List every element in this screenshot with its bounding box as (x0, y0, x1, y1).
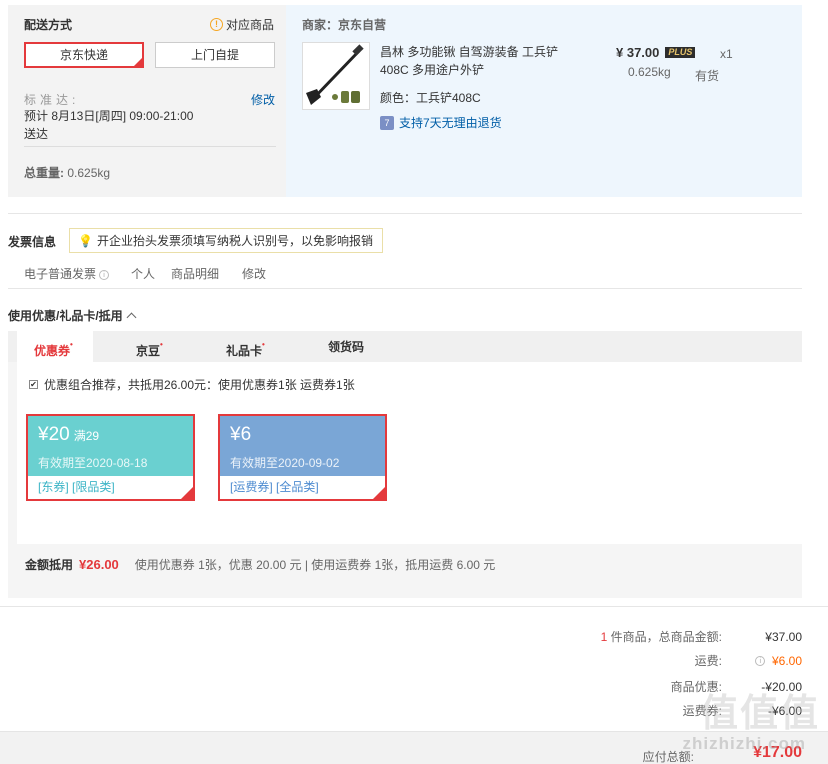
shipping-title: 配送方式 (24, 18, 73, 32)
invoice-type: 电子普通发票 i (24, 265, 110, 282)
estimated-delivery: 预计 8月13日[周四] 09:00-21:00 送达 (24, 109, 194, 141)
shipping-modify-link[interactable]: 修改 (251, 91, 275, 108)
shipping-option-pickup[interactable]: 上门自提 (155, 42, 275, 68)
coupon-tags: [东券] [限品类] (28, 476, 193, 499)
product-quantity: x1 (720, 47, 733, 61)
coupon-section-toggle[interactable]: 使用优惠/礼品卡/抵用 (8, 307, 137, 324)
product-stock: 有货 (695, 69, 720, 83)
coupon-face: ¥6 有效期至2020-09-02 (220, 416, 385, 476)
deduction-detail: 使用优惠券 1张，优惠 20.00 元 | 使用运费券 1张，抵用运费 6.00… (134, 558, 496, 572)
seller-name: 商家：京东自营 (302, 18, 387, 32)
coupon-amount: ¥20 满29 (38, 424, 100, 445)
coupon-amount: ¥6 (230, 424, 252, 445)
invoice-receiver: 个人 (131, 267, 156, 281)
standard-delivery-label: 标准达: (24, 93, 80, 107)
warning-icon: ! (210, 18, 223, 31)
return-policy: 7 支持7天无理由退货 (380, 114, 502, 131)
deduction-amount: ¥26.00 (79, 557, 119, 572)
tab-redeem-code[interactable]: 领货码 (328, 331, 364, 362)
invoice-content: 商品明细 (171, 267, 220, 281)
plus-badge: PLUS (665, 47, 696, 58)
info-icon[interactable]: i (755, 656, 766, 667)
coupon-panel: 优惠券• 京豆• 礼品卡• 领货码 ✔ 优惠组合推荐，共抵用26.00元：使用优… (8, 331, 802, 598)
deduction-summary: 金额抵用 ¥26.00 使用优惠券 1张，优惠 20.00 元 | 使用运费券 … (25, 557, 496, 572)
coupon-list: ✔ 优惠组合推荐，共抵用26.00元：使用优惠券1张 运费券1张 ¥20 满29 … (17, 362, 802, 544)
divider (24, 146, 276, 147)
coupon-expiry: 有效期至2020-08-18 (38, 456, 148, 470)
divider (8, 288, 802, 289)
product-name[interactable]: 昌林 多功能锹 自驾游装备 工兵铲408C 多用途户外铲 (380, 43, 580, 79)
product-color: 颜色：工兵铲408C (380, 91, 481, 105)
tab-coupons[interactable]: 优惠券• (17, 331, 93, 362)
coupon-tags: [运费券] [全品类] (220, 476, 385, 499)
watermark: 值值值 (699, 693, 820, 735)
goods-total-row: 1 件商品，总商品金额: ¥37.00 (600, 629, 802, 645)
product-price: ¥ 37.00 PLUS (616, 45, 696, 60)
shipping-option-jd-express[interactable]: 京东快递 (24, 42, 144, 68)
divider (0, 606, 828, 607)
tab-gift-card[interactable]: 礼品卡• (226, 331, 265, 362)
delivery-section: 配送方式 ! 对应商品 京东快递 上门自提 标准达: 修改 预计 8月13日[周… (8, 5, 802, 197)
tab-jingdou[interactable]: 京豆• (136, 331, 163, 362)
product-image[interactable] (302, 42, 370, 110)
total-weight: 总重量: 0.625kg (24, 166, 111, 180)
coupon-tabs: 优惠券• 京豆• 礼品卡• 领货码 (8, 331, 802, 362)
selected-check-icon (179, 485, 195, 501)
product-panel: 商家：京东自营 昌林 多功能锹 自驾游装备 工兵铲408C 多用途户外铲 颜色：… (286, 5, 802, 197)
selected-check-icon (133, 57, 143, 67)
chevron-up-icon (126, 312, 137, 323)
product-weight: 0.625kg (628, 65, 671, 79)
checkbox[interactable]: ✔ (29, 380, 38, 389)
match-product-link[interactable]: ! 对应商品 (210, 16, 274, 33)
invoice-modify-link[interactable]: 修改 (242, 265, 266, 282)
shipping-panel: 配送方式 ! 对应商品 京东快递 上门自提 标准达: 修改 预计 8月13日[周… (8, 5, 286, 197)
selected-check-icon (371, 485, 387, 501)
combo-recommendation[interactable]: ✔ 优惠组合推荐，共抵用26.00元：使用优惠券1张 运费券1张 (29, 376, 355, 393)
coupon-card[interactable]: ¥20 满29 有效期至2020-08-18 [东券] [限品类] (26, 414, 195, 501)
divider (8, 213, 802, 214)
coupon-face: ¥20 满29 有效期至2020-08-18 (28, 416, 193, 476)
watermark-url: zhizhizhi.com (682, 734, 806, 753)
coupon-card[interactable]: ¥6 有效期至2020-09-02 [运费券] [全品类] (218, 414, 387, 501)
invoice-title: 发票信息 (8, 235, 57, 249)
coupon-expiry: 有效期至2020-09-02 (230, 456, 340, 470)
return-icon: 7 (380, 115, 394, 130)
lightbulb-icon: 💡 (78, 233, 93, 248)
shipping-fee-row: 运费: i ¥6.00 (694, 653, 802, 669)
invoice-tip: 💡 开企业抬头发票须填写纳税人识别号，以免影响报销 (69, 228, 383, 253)
info-icon[interactable]: i (99, 269, 110, 280)
